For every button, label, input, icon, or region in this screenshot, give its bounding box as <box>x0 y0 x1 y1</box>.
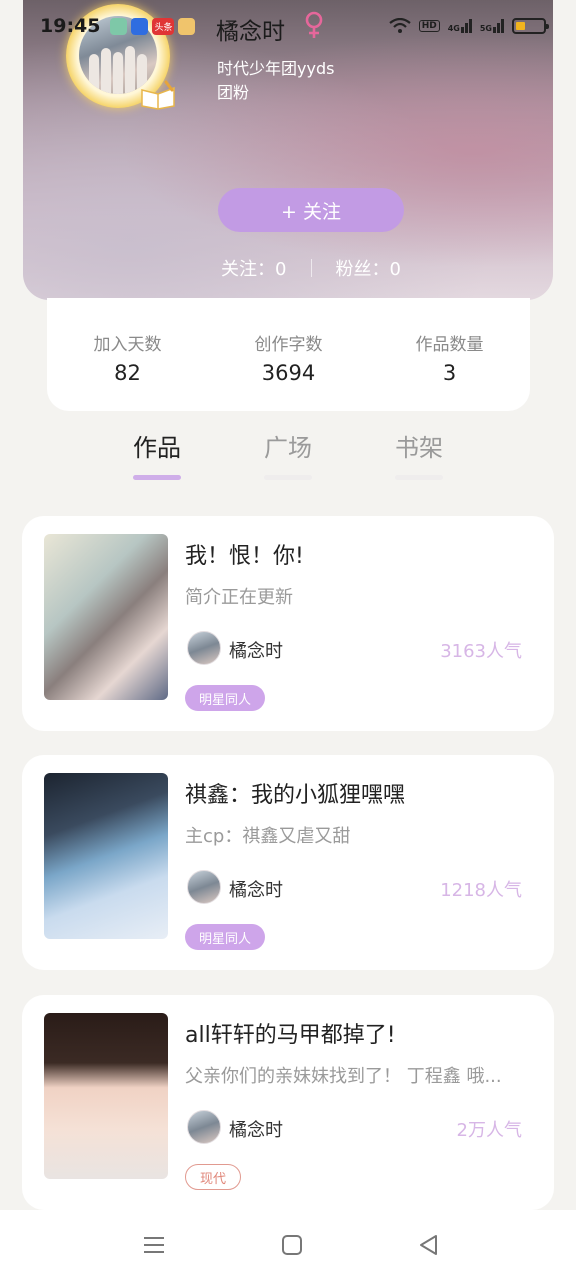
status-indicators: HD 4G 5G <box>389 18 549 34</box>
work-cover-image <box>44 773 168 939</box>
join-days: 加入天数 82 <box>53 330 203 411</box>
work-card[interactable]: 我！恨！你! 简介正在更新 橘念时 3163人气 明星同人 <box>22 516 554 731</box>
follow-stats: 关注：0 粉丝：0 <box>23 255 553 281</box>
genre-tag[interactable]: 明星同人 <box>185 924 266 950</box>
book-icon <box>141 80 175 110</box>
summary-label: 加入天数 <box>93 335 162 355</box>
menu-icon[interactable] <box>141 1232 167 1258</box>
signal-5g-label: 5G <box>479 24 492 33</box>
tab-indicator <box>395 475 443 480</box>
fans-count[interactable]: 粉丝：0 <box>336 255 401 281</box>
status-bar: 19:45 头条 HD 4G 5G <box>0 0 576 52</box>
popularity-count: 1218人气 <box>440 880 522 901</box>
author-name[interactable]: 橘念时 <box>229 637 283 663</box>
author-name[interactable]: 橘念时 <box>229 1116 283 1142</box>
tab-square[interactable]: 广场 <box>248 428 328 480</box>
work-card[interactable]: 祺鑫：我的小狐狸嘿嘿 主cp：祺鑫又虐又甜 橘念时 1218人气 明星同人 <box>22 755 554 970</box>
summary-label: 创作字数 <box>254 335 323 355</box>
popularity-count: 3163人气 <box>440 641 522 662</box>
username: 橘念时 <box>216 19 285 45</box>
battery-icon <box>512 18 549 34</box>
profile-bio: 时代少年团yyds 团粉 <box>217 59 335 102</box>
stats-divider <box>310 259 312 277</box>
back-icon[interactable] <box>416 1232 442 1258</box>
tab-label: 作品 <box>133 434 181 462</box>
genre-tag[interactable]: 现代 <box>185 1164 242 1190</box>
tab-bookshelf[interactable]: 书架 <box>379 428 459 480</box>
author-avatar[interactable] <box>187 631 221 665</box>
work-description: 父亲你们的亲妹妹找到了！ 丁程鑫 哦... <box>185 1066 502 1087</box>
work-title: all轩轩的马甲都掉了! <box>185 1023 396 1048</box>
game-app-icon <box>178 17 196 35</box>
signal-4g-icon: 4G <box>448 19 472 33</box>
signal-5g-icon: 5G <box>480 19 504 33</box>
tab-bar: 作品 广场 书架 <box>0 428 576 488</box>
work-title: 祺鑫：我的小狐狸嘿嘿 <box>185 783 406 808</box>
tab-indicator <box>264 475 312 480</box>
author-name[interactable]: 橘念时 <box>229 876 283 902</box>
baidu-icon <box>131 17 149 35</box>
work-card[interactable]: all轩轩的马甲都掉了! 父亲你们的亲妹妹找到了！ 丁程鑫 哦... 橘念时 2… <box>22 995 554 1210</box>
author-avatar[interactable] <box>187 870 221 904</box>
tab-label: 广场 <box>264 434 312 462</box>
work-description: 主cp：祺鑫又虐又甜 <box>185 826 351 847</box>
toutiao-icon: 头条 <box>152 17 175 35</box>
summary-value: 82 <box>114 361 141 385</box>
app-notification-icon <box>110 17 128 35</box>
follow-button[interactable]: + 关注 <box>218 188 404 232</box>
tab-indicator-active <box>133 475 181 480</box>
notification-icons: 头条 <box>110 17 196 35</box>
system-navigation-bar <box>0 1210 576 1280</box>
word-count: 创作字数 3694 <box>214 330 364 411</box>
summary-value: 3 <box>442 361 457 385</box>
status-time: 19:45 <box>40 15 101 37</box>
work-description: 简介正在更新 <box>185 587 293 608</box>
profile-summary: 加入天数 82 创作字数 3694 作品数量 3 <box>47 298 530 411</box>
genre-tag[interactable]: 明星同人 <box>185 685 266 711</box>
author-avatar[interactable] <box>187 1110 221 1144</box>
work-cover-image <box>44 534 168 700</box>
work-cover-image <box>44 1013 168 1179</box>
tab-works[interactable]: 作品 <box>117 428 197 480</box>
summary-label: 作品数量 <box>415 335 484 355</box>
work-title: 我！恨！你! <box>185 544 304 569</box>
signal-4g-label: 4G <box>447 24 460 33</box>
following-count[interactable]: 关注：0 <box>221 255 286 281</box>
home-icon[interactable] <box>279 1232 305 1258</box>
hd-icon: HD <box>418 20 440 32</box>
tab-label: 书架 <box>395 434 443 462</box>
wifi-icon <box>389 18 411 33</box>
popularity-count: 2万人气 <box>456 1120 522 1141</box>
works-count: 作品数量 3 <box>375 330 525 411</box>
female-icon <box>305 11 323 38</box>
summary-value: 3694 <box>261 361 316 385</box>
